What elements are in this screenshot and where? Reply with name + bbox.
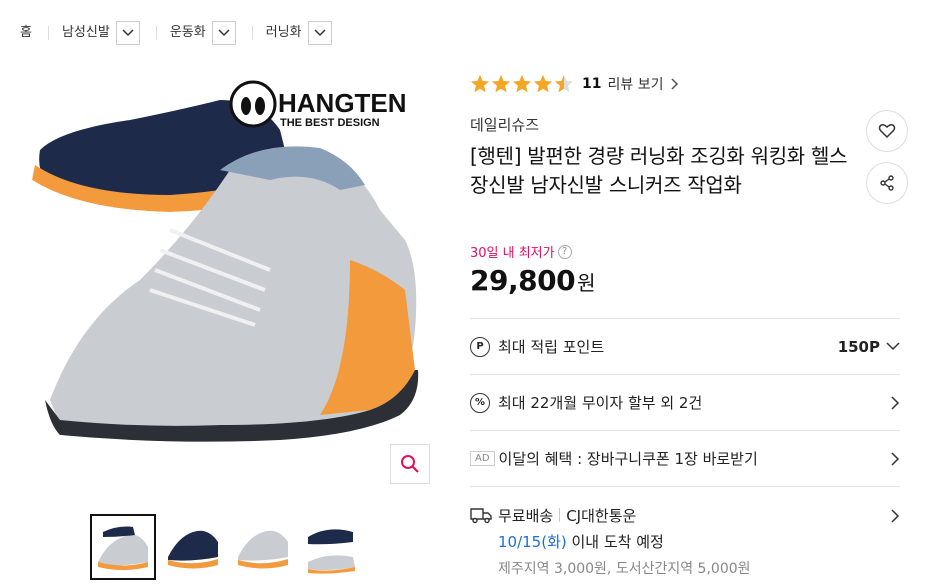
thumbnail-strip xyxy=(90,514,366,580)
benefit-rows: P 최대 적립 포인트 150P % 최대 22개월 무이자 할부 외 2건 A… xyxy=(470,318,900,584)
points-value: 150P xyxy=(837,337,880,356)
ad-badge: AD xyxy=(470,451,495,466)
breadcrumb-divider xyxy=(251,26,253,40)
breadcrumb-label[interactable]: 남성신발 xyxy=(62,20,110,46)
points-row[interactable]: P 최대 적립 포인트 150P xyxy=(470,318,900,374)
review-link[interactable]: 리뷰 보기 xyxy=(607,74,663,94)
points-icon: P xyxy=(470,336,490,357)
shipping-label: 무료배송 xyxy=(498,506,554,525)
star-icon xyxy=(471,75,489,93)
extra-shipping-fee: 제주지역 3,000원, 도서산간지역 5,000원 xyxy=(498,561,751,577)
divider xyxy=(559,508,561,522)
heart-icon xyxy=(878,124,896,139)
breadcrumb-sneakers[interactable]: 운동화 xyxy=(170,20,236,46)
breadcrumb-divider xyxy=(47,26,49,40)
shipping-carrier: CJ대한통운 xyxy=(566,506,637,525)
brand-name[interactable]: 데일리슈즈 xyxy=(470,114,539,135)
chevron-down-icon xyxy=(886,342,900,351)
percent-icon: % xyxy=(470,392,490,413)
rating-row[interactable]: 11 리뷰 보기 xyxy=(470,70,900,98)
share-button[interactable] xyxy=(866,162,908,204)
chevron-down-icon[interactable] xyxy=(211,21,236,45)
zoom-button[interactable] xyxy=(390,444,430,484)
thumbnail[interactable] xyxy=(300,514,366,580)
delivery-date: 10/15(화) xyxy=(498,533,567,551)
brand-logo: HANGTEN THE BEST DESIGN xyxy=(229,80,407,129)
chevron-down-icon[interactable] xyxy=(115,21,140,45)
installment-label: 최대 22개월 무이자 할부 외 2건 xyxy=(498,394,703,412)
delivery-suffix: 이내 도착 예정 xyxy=(566,533,664,551)
thumbnail[interactable] xyxy=(90,514,156,580)
star-icon xyxy=(534,75,552,93)
breadcrumb-running[interactable]: 러닝화 xyxy=(266,20,332,46)
breadcrumb-divider xyxy=(155,26,157,40)
product-info: 11 리뷰 보기 xyxy=(470,70,900,98)
shipping-row[interactable]: 무료배송 CJ대한통운 10/15(화) 이내 도착 예정 제주지역 3,000… xyxy=(470,486,900,584)
logo-tagline: THE BEST DESIGN xyxy=(280,117,380,129)
breadcrumb-label[interactable]: 운동화 xyxy=(170,20,206,46)
star-icon xyxy=(555,75,573,93)
delivery-estimate: 10/15(화) 이내 도착 예정 xyxy=(498,531,900,552)
thumbnail[interactable] xyxy=(160,514,226,580)
logo-wordmark: HANGTEN xyxy=(278,88,407,118)
product-title: [행텐] 발편한 경량 러닝화 조깅화 워킹화 헬스장신발 남자신발 스니커즈 … xyxy=(470,144,848,197)
price-amount: 29,800 xyxy=(470,264,576,297)
lowest-price-label: 30일 내 최저가 ? xyxy=(470,242,572,261)
review-count[interactable]: 11 xyxy=(582,76,601,92)
star-rating xyxy=(470,74,574,94)
chevron-right-icon xyxy=(891,509,900,523)
help-icon[interactable]: ? xyxy=(557,244,572,259)
product-main-image[interactable]: HANGTEN THE BEST DESIGN xyxy=(20,70,440,500)
chevron-down-icon[interactable] xyxy=(307,21,332,45)
price-unit: 원 xyxy=(577,271,596,295)
breadcrumb-home[interactable]: 홈 xyxy=(20,20,32,46)
search-icon xyxy=(401,455,419,473)
chevron-right-icon xyxy=(891,395,900,410)
benefit-label: 이달의 혜택 : 장바구니쿠폰 1장 바로받기 xyxy=(498,450,758,468)
star-icon xyxy=(513,75,531,93)
thumbnail[interactable] xyxy=(230,514,296,580)
breadcrumb-mens-shoes[interactable]: 남성신발 xyxy=(62,20,140,46)
installment-row[interactable]: % 최대 22개월 무이자 할부 외 2건 xyxy=(470,374,900,430)
breadcrumb: 홈 남성신발 운동화 러닝화 xyxy=(20,20,332,46)
points-label: 최대 적립 포인트 xyxy=(498,338,605,356)
breadcrumb-label[interactable]: 러닝화 xyxy=(266,20,302,46)
price: 29,800 원 xyxy=(470,264,595,297)
sneaker-illustration: HANGTEN THE BEST DESIGN xyxy=(32,80,419,456)
chevron-right-icon xyxy=(671,78,679,90)
lowest-price-text: 30일 내 최저가 xyxy=(470,246,555,261)
breadcrumb-label[interactable]: 홈 xyxy=(20,20,32,46)
share-icon xyxy=(880,175,894,191)
chevron-right-icon xyxy=(891,451,900,466)
star-icon xyxy=(492,75,510,93)
truck-icon xyxy=(470,508,492,524)
wishlist-button[interactable] xyxy=(866,110,908,152)
benefit-row[interactable]: AD 이달의 혜택 : 장바구니쿠폰 1장 바로받기 xyxy=(470,430,900,486)
